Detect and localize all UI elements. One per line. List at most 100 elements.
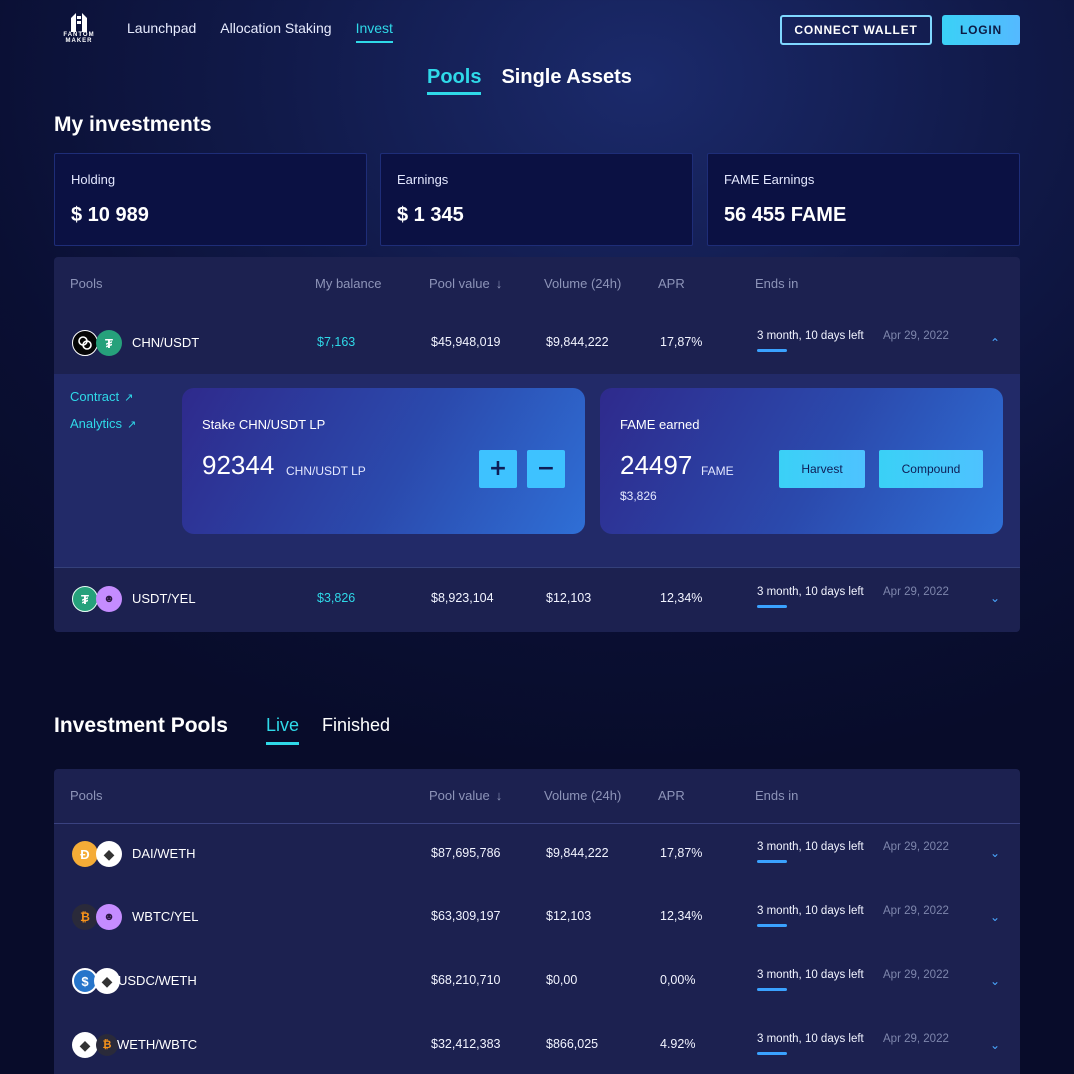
stat-label: Holding xyxy=(71,172,116,187)
expanded-pool-details: Contract ↗ Analytics ↗ Stake CHN/USDT LP 9… xyxy=(54,374,1020,568)
contract-link-label: Contract xyxy=(70,389,120,404)
pair-name: CHN/USDT xyxy=(132,335,200,350)
ends-date: Apr 29, 2022 xyxy=(883,586,949,598)
tab-pools[interactable]: Pools xyxy=(427,66,482,95)
header-volume: Volume (24h) xyxy=(544,276,622,291)
time-progress-bar xyxy=(757,924,787,927)
wbtc-coin-icon: ₿ xyxy=(72,904,98,930)
apr: 17,87% xyxy=(660,846,703,860)
table-row[interactable]: Ð ◆ DAI/WETH $87,695,786 $9,844,222 17,8… xyxy=(54,824,1020,888)
usdt-coin-icon: ₮ xyxy=(96,330,122,356)
header-pool-value-label: Pool value xyxy=(429,276,490,291)
apr: 12,34% xyxy=(660,909,703,923)
ends-date: Apr 29, 2022 xyxy=(883,330,949,342)
usdt-coin-icon: ₮ xyxy=(72,586,98,612)
fame-usd-value: $3,826 xyxy=(620,489,657,503)
chevron-up-icon[interactable]: ⌃ xyxy=(989,337,1001,349)
chevron-down-icon[interactable]: ⌄ xyxy=(989,975,1001,987)
contract-link[interactable]: Contract ↗ xyxy=(70,389,133,404)
header-apr: APR xyxy=(658,276,685,291)
analytics-link[interactable]: Analytics ↗ xyxy=(70,416,136,431)
chevron-down-icon[interactable]: ⌄ xyxy=(989,911,1001,923)
volume: $9,844,222 xyxy=(546,846,609,860)
pool-value: $32,412,383 xyxy=(431,1037,501,1051)
stake-plus-button[interactable]: + xyxy=(479,450,517,488)
yel-coin-icon: ☻ xyxy=(96,586,122,612)
stake-unit: CHN/USDT LP xyxy=(286,464,366,478)
header-ends-in: Ends in xyxy=(755,276,799,291)
table-row[interactable]: ◆ ₿ WETH/WBTC $32,412,383 $866,025 4.92%… xyxy=(54,1016,1020,1074)
ends-date: Apr 29, 2022 xyxy=(883,841,949,853)
pair-name: DAI/WETH xyxy=(132,846,196,861)
ends-date: Apr 29, 2022 xyxy=(883,1033,949,1045)
stat-value: $ 1 345 xyxy=(397,204,464,226)
connect-wallet-button[interactable]: CONNECT WALLET xyxy=(780,15,932,45)
table-row[interactable]: ₮ CHN/USDT $7,163 $45,948,019 $9,844,222… xyxy=(54,315,1020,374)
analytics-link-label: Analytics xyxy=(70,416,123,431)
pool-value: $63,309,197 xyxy=(431,909,501,923)
table-row[interactable]: ₮ ☻ USDT/YEL $3,826 $8,923,104 $12,103 1… xyxy=(54,568,1020,632)
tab-single-assets[interactable]: Single Assets xyxy=(501,66,631,95)
eth-coin-icon: ◆ xyxy=(94,968,120,994)
stat-label: Earnings xyxy=(397,172,449,187)
eth-coin-icon: ◆ xyxy=(72,1032,98,1058)
header-volume: Volume (24h) xyxy=(544,788,622,803)
apr: 0,00% xyxy=(660,973,696,987)
nav-allocation-staking[interactable]: Allocation Staking xyxy=(220,20,331,43)
my-investments-title: My investments xyxy=(54,113,212,136)
pair-name: WETH/WBTC xyxy=(117,1037,198,1052)
table-row[interactable]: $ ◆ USDC/WETH $68,210,710 $0,00 0,00% 3 … xyxy=(54,952,1020,1016)
pair-name: USDT/YEL xyxy=(132,591,196,606)
volume: $12,103 xyxy=(546,909,592,923)
stat-value: 56 455 FAME xyxy=(724,204,847,226)
nav-invest[interactable]: Invest xyxy=(355,20,393,43)
eth-coin-icon: ◆ xyxy=(96,841,122,867)
investment-pools-title: Investment Pools xyxy=(54,714,228,737)
ends-date: Apr 29, 2022 xyxy=(883,969,949,981)
my-balance: $3,826 xyxy=(317,591,356,605)
pool-value: $68,210,710 xyxy=(431,973,501,987)
ends-in-text: 3 month, 10 days left xyxy=(757,586,864,598)
header-pool-value-label: Pool value xyxy=(429,788,490,803)
ends-date: Apr 29, 2022 xyxy=(883,905,949,917)
apr: 17,87% xyxy=(660,335,703,349)
volume: $12,103 xyxy=(546,591,592,605)
tab-live[interactable]: Live xyxy=(266,715,300,745)
header-pool-value[interactable]: Pool value ↓ xyxy=(429,788,502,803)
logo-text: FANTOM MAKER xyxy=(63,32,95,44)
fantom-maker-logo[interactable]: FANTOM MAKER xyxy=(55,12,103,48)
ends-in-text: 3 month, 10 days left xyxy=(757,905,864,917)
apr: 12,34% xyxy=(660,591,703,605)
apr: 4.92% xyxy=(660,1037,696,1051)
investment-pools-table: Pools Pool value ↓ Volume (24h) APR Ends … xyxy=(54,769,1020,1074)
nav-launchpad[interactable]: Launchpad xyxy=(127,20,196,43)
tab-finished[interactable]: Finished xyxy=(322,715,390,742)
chn-coin-icon xyxy=(72,330,98,356)
volume: $0,00 xyxy=(546,973,578,987)
stake-card: Stake CHN/USDT LP 92344 CHN/USDT LP + − xyxy=(182,388,585,534)
main-nav: Launchpad Allocation Staking Invest xyxy=(127,20,417,43)
volume: $866,025 xyxy=(546,1037,599,1051)
harvest-button[interactable]: Harvest xyxy=(779,450,865,488)
pool-value: $8,923,104 xyxy=(431,591,494,605)
ends-in-text: 3 month, 10 days left xyxy=(757,969,864,981)
header: FANTOM MAKER Launchpad Allocation Stakin… xyxy=(0,0,1074,60)
chevron-down-icon[interactable]: ⌄ xyxy=(989,592,1001,604)
table-row[interactable]: ₿ ☻ WBTC/YEL $63,309,197 $12,103 12,34% … xyxy=(54,888,1020,952)
volume: $9,844,222 xyxy=(546,335,609,349)
stat-card-fame-earnings: FAME Earnings 56 455 FAME xyxy=(707,153,1020,246)
pair-name: WBTC/YEL xyxy=(132,909,199,924)
chevron-down-icon[interactable]: ⌄ xyxy=(989,1039,1001,1051)
header-pools: Pools xyxy=(70,276,103,291)
stake-label: Stake CHN/USDT LP xyxy=(202,417,326,432)
time-progress-bar xyxy=(757,605,787,608)
chevron-down-icon[interactable]: ⌄ xyxy=(989,847,1001,859)
stake-minus-button[interactable]: − xyxy=(527,450,565,488)
login-button[interactable]: LOGIN xyxy=(942,15,1020,45)
stat-label: FAME Earnings xyxy=(724,172,815,187)
compound-button[interactable]: Compound xyxy=(879,450,983,488)
header-apr: APR xyxy=(658,788,685,803)
external-link-icon: ↗ xyxy=(127,419,137,431)
header-pool-value[interactable]: Pool value ↓ xyxy=(429,276,502,291)
time-progress-bar xyxy=(757,860,787,863)
